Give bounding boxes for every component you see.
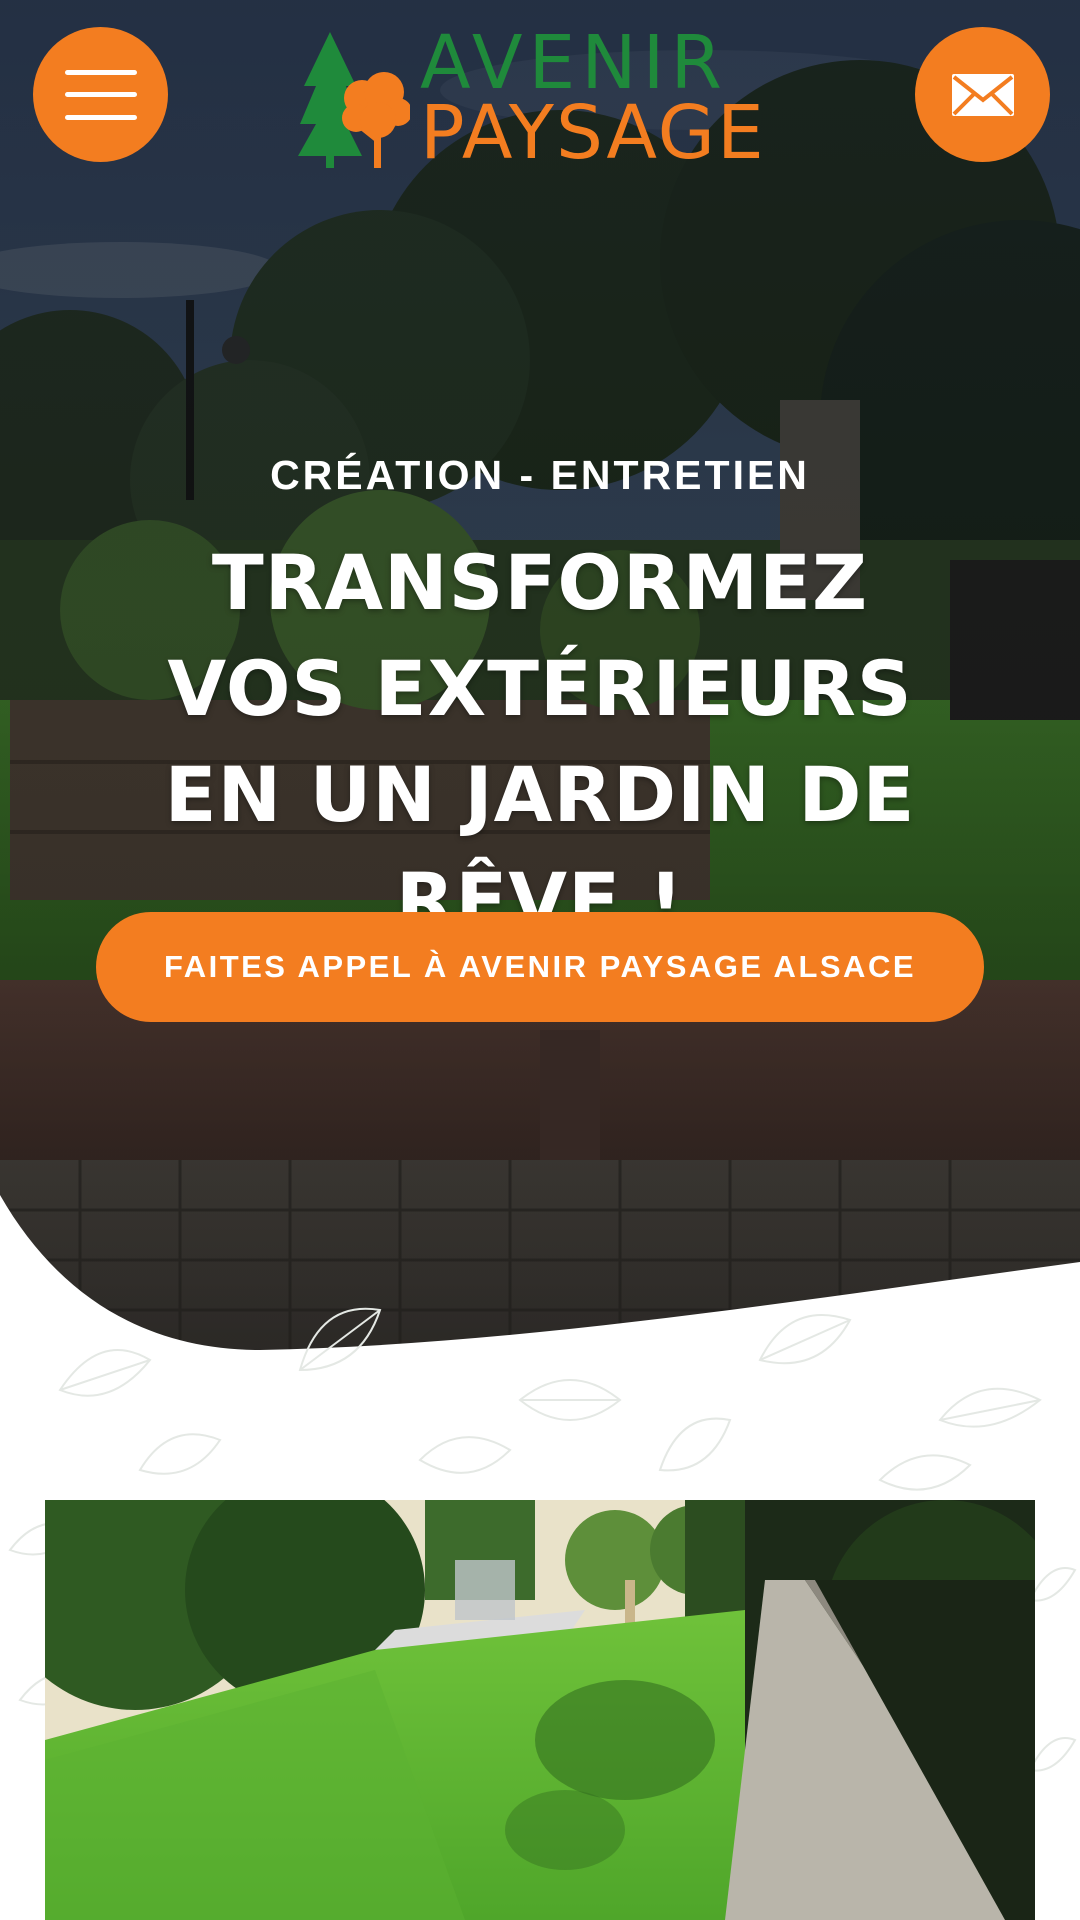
hero-headline: TRANSFORMEZ VOS EXTÉRIEURS EN UN JARDIN … (164, 538, 916, 945)
garden-photo (45, 1500, 1035, 1920)
contact-button[interactable] (915, 27, 1050, 162)
logo-text-avenir: AVENIR (420, 20, 728, 106)
logo-text-paysage: PAYSAGE (420, 90, 766, 176)
hero-section: AVENIR PAYSAGE CRÉATION - ENTRETIEN TRAN… (0, 0, 1080, 1380)
envelope-icon (951, 73, 1014, 116)
site-logo[interactable]: AVENIR PAYSAGE (298, 20, 788, 176)
trees-icon (298, 32, 410, 168)
hamburger-menu-icon (64, 69, 137, 120)
cta-button[interactable]: FAITES APPEL À AVENIR PAYSAGE ALSACE (96, 912, 984, 1022)
menu-button[interactable] (33, 27, 168, 162)
hero-kicker: CRÉATION - ENTRETIEN (270, 452, 810, 498)
